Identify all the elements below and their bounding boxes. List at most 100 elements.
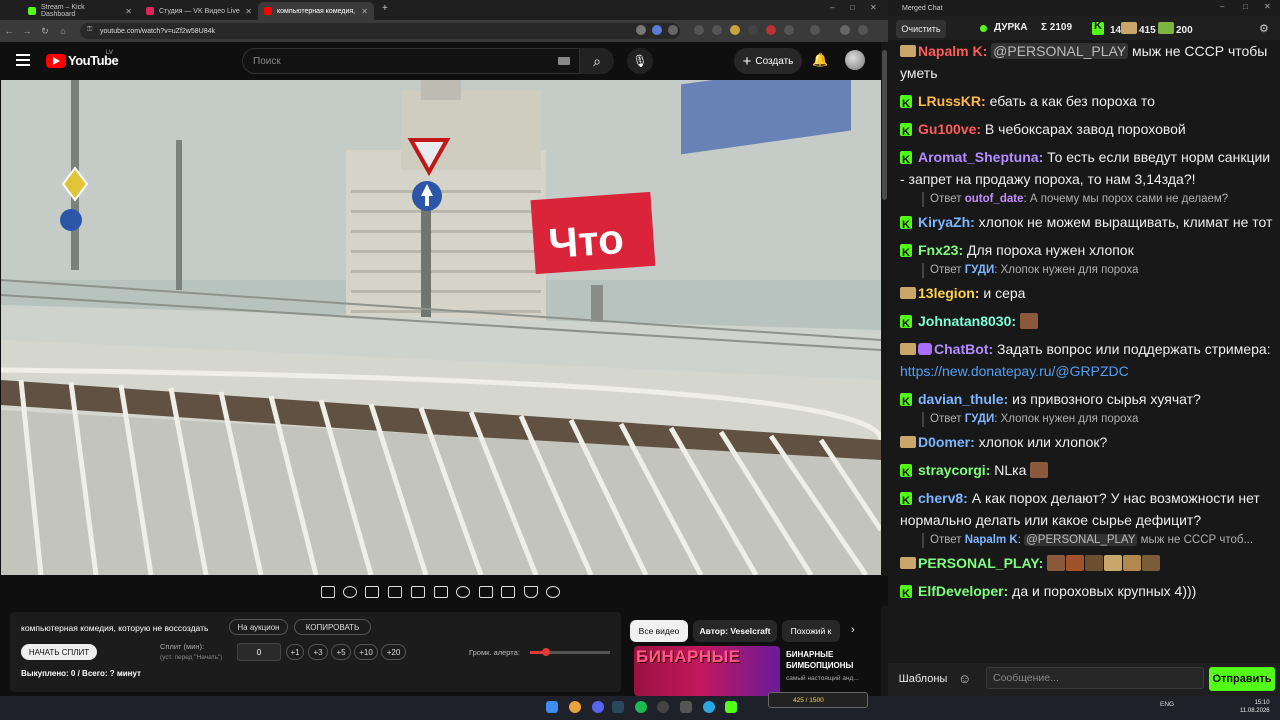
- back-icon[interactable]: ←: [0, 26, 18, 36]
- search-input[interactable]: Поиск: [242, 48, 580, 74]
- send-button[interactable]: Отправить: [1209, 667, 1275, 691]
- chat-username[interactable]: Napalm K: [918, 43, 983, 59]
- steam-icon[interactable]: [612, 701, 624, 713]
- alert-volume-handle[interactable]: [542, 648, 550, 656]
- notifications-bell-icon[interactable]: 🔔: [812, 52, 828, 68]
- fullscreen-icon[interactable]: [411, 586, 425, 598]
- screenshot-icon[interactable]: [501, 586, 515, 598]
- create-button[interactable]: + Создать: [734, 48, 802, 74]
- discord-icon[interactable]: [592, 701, 604, 713]
- chip-author[interactable]: Автор: Veselcraft: [693, 620, 777, 642]
- minimize-icon[interactable]: –: [1220, 2, 1224, 11]
- video-player[interactable]: Что: [1, 80, 881, 575]
- add-10-button[interactable]: +10: [354, 644, 378, 660]
- minimize-icon[interactable]: –: [830, 3, 834, 12]
- split-minutes-input[interactable]: 0: [237, 643, 281, 661]
- reload-icon[interactable]: ↻: [36, 26, 54, 37]
- chat-username[interactable]: PERSONAL_PLAY: [918, 555, 1039, 571]
- settings-gear-icon[interactable]: [546, 586, 560, 598]
- reply-username[interactable]: ГУДИ: [965, 264, 995, 276]
- chat-username[interactable]: ElfDeveloper: [918, 583, 1004, 599]
- tab-youtube-video[interactable]: компьютерная комедия, которую ✕: [258, 2, 374, 20]
- avatar[interactable]: [845, 50, 865, 70]
- chip-all-videos[interactable]: Все видео: [630, 620, 688, 642]
- flask-icon[interactable]: [524, 586, 538, 598]
- close-window-icon[interactable]: ✕: [1264, 2, 1271, 11]
- auction-button[interactable]: На аукцион: [229, 619, 288, 635]
- chat-username[interactable]: Aromat_Sheptuna: [918, 149, 1039, 165]
- obs-icon[interactable]: [657, 701, 669, 713]
- youtube-logo-icon[interactable]: [46, 54, 66, 68]
- app-icon[interactable]: [680, 701, 692, 713]
- reply-username[interactable]: outof_date: [965, 193, 1024, 205]
- chat-username[interactable]: D0omer: [918, 434, 970, 450]
- copy-button[interactable]: КОПИРОВАТЬ: [294, 619, 371, 635]
- home-icon[interactable]: ⌂: [54, 26, 72, 36]
- extension-icon[interactable]: [712, 25, 722, 35]
- close-window-icon[interactable]: ✕: [870, 3, 877, 12]
- forward-icon[interactable]: →: [18, 26, 36, 36]
- chevron-right-icon[interactable]: ›: [851, 624, 855, 636]
- menu-icon[interactable]: [858, 25, 868, 35]
- chat-link[interactable]: https://new.donatepay.ru/@GRPZDC: [900, 363, 1129, 379]
- templates-button[interactable]: Шаблоны: [896, 669, 950, 689]
- clear-chat-button[interactable]: Очистить: [896, 20, 946, 38]
- new-tab-icon[interactable]: +: [382, 3, 388, 14]
- chip-similar[interactable]: Похожий к: [782, 620, 840, 642]
- chat-username[interactable]: ChatBot: [934, 341, 988, 357]
- chat-username[interactable]: davian_thule: [918, 391, 1004, 407]
- tab-kick-dashboard[interactable]: Stream – Kick Dashboard ✕: [22, 2, 138, 20]
- reply-username[interactable]: ГУДИ: [965, 413, 995, 425]
- speed-icon[interactable]: [456, 586, 470, 598]
- add-1-button[interactable]: +1: [286, 644, 304, 660]
- close-icon[interactable]: ✕: [245, 7, 252, 16]
- loop-icon[interactable]: [321, 586, 335, 598]
- add-5-button[interactable]: +5: [331, 644, 351, 660]
- search-button[interactable]: ⌕: [580, 48, 614, 74]
- translate-icon[interactable]: [652, 25, 662, 35]
- download-icon[interactable]: [810, 25, 820, 35]
- chat-username[interactable]: Johnatan8030: [918, 313, 1011, 329]
- audio-icon[interactable]: [343, 586, 357, 598]
- chat-settings-gear-icon[interactable]: ⚙: [1259, 22, 1269, 35]
- chat-username[interactable]: Fnx23: [918, 242, 958, 258]
- hamburger-menu-icon[interactable]: [16, 54, 30, 66]
- maximize-icon[interactable]: □: [850, 3, 855, 12]
- add-20-button[interactable]: +20: [381, 644, 406, 660]
- chat-username[interactable]: cherv8: [918, 490, 963, 506]
- telegram-icon[interactable]: [703, 701, 715, 713]
- extensions-puzzle-icon[interactable]: [784, 25, 794, 35]
- site-info-icon[interactable]: ⚿: [87, 26, 92, 34]
- pip-icon[interactable]: [479, 586, 493, 598]
- tray-lang[interactable]: ENG: [1160, 701, 1174, 708]
- chat-mention[interactable]: @PERSONAL_PLAY: [991, 43, 1129, 59]
- bookmark-star-icon[interactable]: [668, 25, 678, 35]
- add-3-button[interactable]: +3: [308, 644, 328, 660]
- tab-vk-studio[interactable]: Студия — VK Видео Live ✕: [140, 2, 258, 20]
- reply-username[interactable]: Napalm K: [965, 534, 1018, 546]
- emoji-icon[interactable]: ☺: [958, 671, 971, 686]
- keyboard-icon[interactable]: [558, 57, 570, 65]
- message-input[interactable]: Сообщение...: [986, 667, 1204, 689]
- zoom-icon[interactable]: [636, 25, 646, 35]
- extension-icon[interactable]: [694, 25, 704, 35]
- chat-username[interactable]: LRussKR: [918, 93, 981, 109]
- chat-username[interactable]: Gu100ve: [918, 121, 976, 137]
- extension-icon[interactable]: [766, 25, 776, 35]
- start-menu-icon[interactable]: [546, 701, 558, 713]
- chat-message-list[interactable]: Napalm K: @PERSONAL_PLAY мыж не СССР что…: [896, 40, 1276, 660]
- voice-search-button[interactable]: 🎙: [627, 48, 653, 74]
- chat-username[interactable]: straycorgi: [918, 462, 986, 478]
- clip-icon[interactable]: [388, 586, 402, 598]
- kick-chat-icon[interactable]: [725, 701, 737, 713]
- timer-icon[interactable]: [365, 586, 379, 598]
- scrollbar-thumb[interactable]: [882, 50, 887, 200]
- chrome-icon[interactable]: [569, 701, 581, 713]
- system-clock[interactable]: 15:10 11.08.2026: [1240, 699, 1270, 715]
- close-icon[interactable]: ✕: [361, 7, 368, 16]
- chat-username[interactable]: KiryaZh: [918, 214, 970, 230]
- address-bar[interactable]: ⚿ youtube.com/watch?v=uZf2w58U84k: [80, 23, 680, 39]
- spotify-icon[interactable]: [635, 701, 647, 713]
- profile-icon[interactable]: [840, 25, 850, 35]
- recommended-video-title[interactable]: БИНАРНЫЕ БИМБОПЦИОНЫ: [786, 649, 876, 671]
